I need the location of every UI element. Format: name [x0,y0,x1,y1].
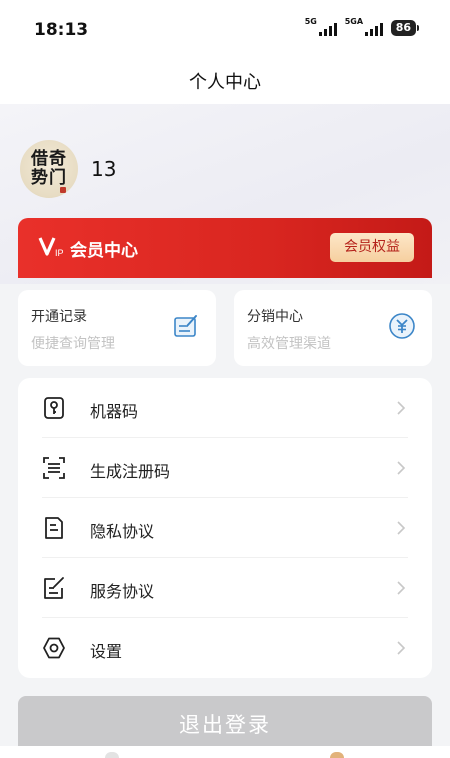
menu-item-settings[interactable]: 设置 [18,618,432,678]
username: 13 [91,157,117,181]
scan-code-icon [43,457,65,479]
chevron-right-icon [397,521,406,535]
vip-title: 会员中心 [70,241,138,261]
menu-item-label: 生成注册码 [90,462,171,481]
menu-item-machine-code[interactable]: 机器码 [18,378,432,438]
quick-card-title: 分销中心 [247,309,303,325]
page-title: 个人中心 [189,72,261,93]
menu-item-service-agreement[interactable]: 服务协议 [18,558,432,618]
quick-card-activation-records[interactable]: 开通记录 便捷查询管理 [18,290,216,366]
menu-item-label: 设置 [90,642,123,661]
quick-card-subtitle: 高效管理渠道 [247,336,331,352]
chevron-right-icon [397,401,406,415]
key-icon [44,397,64,419]
tab-home-icon[interactable] [105,752,119,758]
svg-text:IP: IP [55,248,64,258]
vip-benefits-button[interactable]: 会员权益 [330,233,414,262]
avatar-calligraphy: 借奇 势门 [31,149,67,188]
vip-card[interactable]: IP 会员中心 会员权益 [18,218,432,278]
menu-item-label: 机器码 [90,402,139,421]
battery-icon: 86 [390,20,420,36]
nav-bar: 个人中心 [0,58,450,104]
tab-bar-edge [0,746,450,758]
seal-icon [60,187,66,193]
edit-document-icon [44,577,64,599]
status-indicators: 5G 5GA 86 [304,17,420,36]
menu-item-label: 隐私协议 [90,522,155,541]
quick-card-subtitle: 便捷查询管理 [31,336,115,352]
avatar[interactable]: 借奇 势门 [20,140,78,198]
yuan-icon [389,313,415,339]
edit-list-icon [174,315,197,337]
signal-icon: 5G [304,17,337,36]
menu-item-privacy-policy[interactable]: 隐私协议 [18,498,432,558]
quick-card-title: 开通记录 [31,309,87,325]
network-label-5ga: 5GA [344,17,364,26]
settings-icon [43,637,65,659]
status-time: 18:13 [34,20,89,40]
menu-item-label: 服务协议 [90,582,155,601]
status-bar: 18:13 5G 5GA 86 [0,0,450,58]
chevron-right-icon [397,641,406,655]
vip-logo-icon: IP [38,237,64,258]
menu-list: 机器码 生成注册码 隐私协议 服务协议 设置 [18,378,432,678]
chevron-right-icon [397,581,406,595]
quick-card-distribution-center[interactable]: 分销中心 高效管理渠道 [234,290,432,366]
chevron-right-icon [397,461,406,475]
tab-profile-icon[interactable] [330,752,344,758]
menu-item-generate-registration-code[interactable]: 生成注册码 [18,438,432,498]
signal-icon: 5GA [344,17,383,36]
document-icon [45,517,63,539]
network-label-5g: 5G [304,17,317,26]
